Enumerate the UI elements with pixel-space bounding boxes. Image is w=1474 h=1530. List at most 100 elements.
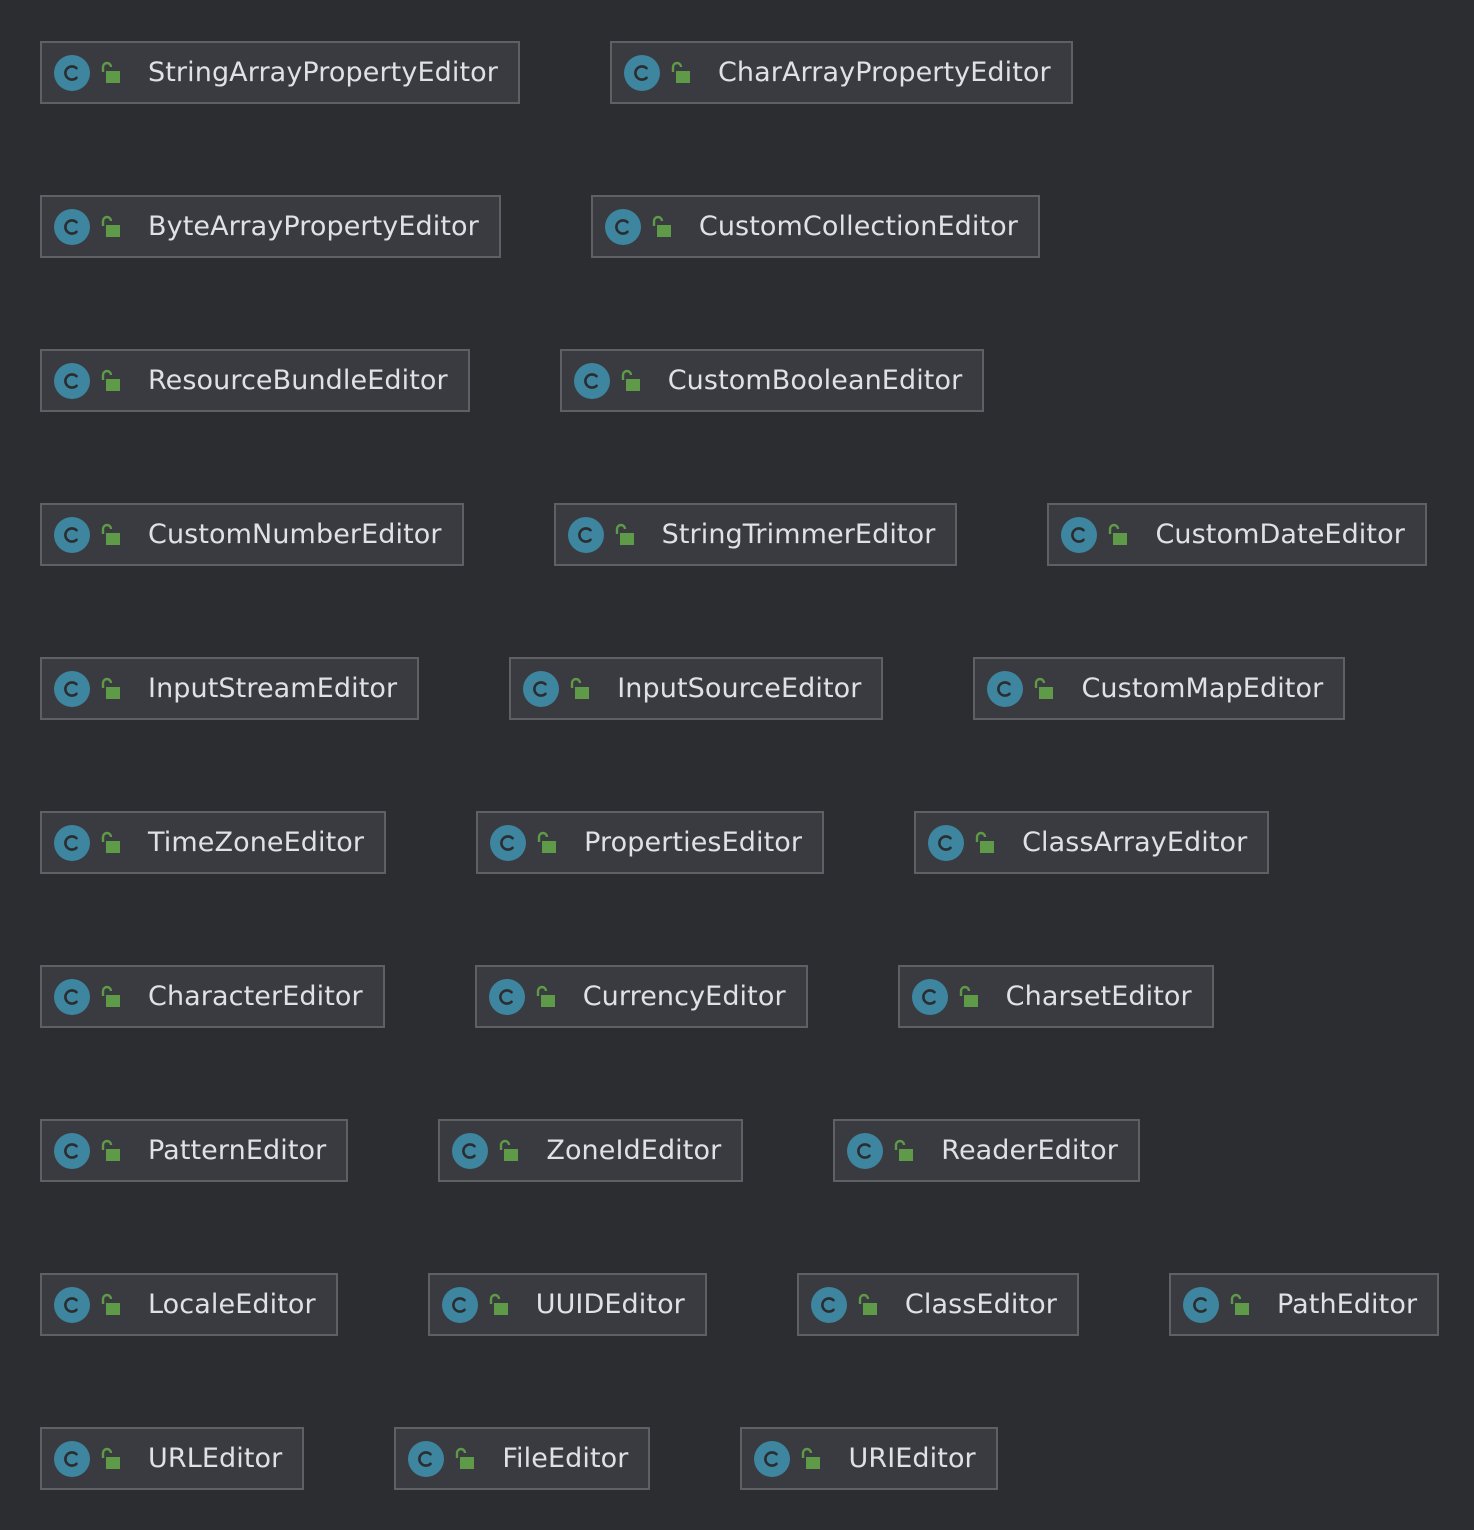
class-node[interactable]: PatternEditor bbox=[40, 1119, 349, 1182]
class-node[interactable]: TimeZoneEditor bbox=[40, 811, 387, 874]
class-name-label: FileEditor bbox=[502, 1443, 629, 1474]
class-name-label: CustomCollectionEditor bbox=[698, 211, 1018, 242]
class-node[interactable]: LocaleEditor bbox=[40, 1273, 338, 1336]
diagram-row: URLEditor FileEditor URIEditor bbox=[40, 1427, 998, 1490]
class-node[interactable]: PropertiesEditor bbox=[476, 811, 825, 874]
class-node[interactable]: ZoneIdEditor bbox=[438, 1119, 744, 1182]
class-node[interactable]: StringTrimmerEditor bbox=[553, 503, 958, 566]
class-icon bbox=[54, 670, 90, 707]
public-icon bbox=[668, 60, 694, 86]
class-name-label: ReaderEditor bbox=[941, 1135, 1118, 1166]
class-node[interactable]: CustomCollectionEditor bbox=[590, 195, 1040, 258]
public-icon bbox=[855, 1292, 881, 1318]
class-node[interactable]: URLEditor bbox=[40, 1427, 305, 1490]
class-node[interactable]: ReaderEditor bbox=[833, 1119, 1140, 1182]
class-icon bbox=[604, 208, 641, 245]
diagram-row: ResourceBundleEditor CustomBooleanEditor bbox=[40, 349, 985, 412]
class-name-label: ClassArrayEditor bbox=[1022, 827, 1248, 858]
class-node[interactable]: ClassArrayEditor bbox=[914, 811, 1270, 874]
class-icon bbox=[754, 1440, 791, 1477]
class-name-label: LocaleEditor bbox=[148, 1289, 316, 1320]
public-icon bbox=[452, 1446, 478, 1472]
public-icon bbox=[1031, 676, 1057, 702]
diagram-row: PatternEditor ZoneIdEditor ReaderEditor bbox=[40, 1119, 1140, 1182]
diagram-row: CustomNumberEditor StringTrimmerEditor Cus… bbox=[40, 503, 1427, 566]
class-name-label: URLEditor bbox=[148, 1443, 283, 1474]
diagram-row: ByteArrayPropertyEditor CustomCollectionE… bbox=[40, 195, 1040, 258]
class-node[interactable]: CustomBooleanEditor bbox=[559, 349, 985, 412]
public-icon bbox=[98, 984, 124, 1010]
public-icon bbox=[98, 522, 124, 548]
class-name-label: InputSourceEditor bbox=[617, 673, 862, 704]
diagram-row: StringArrayPropertyEditor CharArrayProper… bbox=[40, 41, 1073, 104]
class-name-label: CharArrayPropertyEditor bbox=[717, 57, 1051, 88]
class-node[interactable]: CustomDateEditor bbox=[1047, 503, 1427, 566]
class-name-label: TimeZoneEditor bbox=[148, 827, 365, 858]
diagram-row: LocaleEditor UUIDEditor ClassEditor PathEdi… bbox=[40, 1273, 1440, 1336]
public-icon bbox=[496, 1138, 522, 1164]
public-icon bbox=[1105, 522, 1131, 548]
class-node[interactable]: UUIDEditor bbox=[427, 1273, 707, 1336]
class-icon bbox=[490, 824, 527, 861]
class-icon bbox=[573, 362, 610, 399]
class-icon bbox=[54, 1132, 90, 1169]
class-icon bbox=[911, 978, 948, 1015]
public-icon bbox=[98, 1292, 124, 1318]
class-node[interactable]: CustomNumberEditor bbox=[40, 503, 464, 566]
class-node[interactable]: ByteArrayPropertyEditor bbox=[40, 195, 501, 258]
class-icon bbox=[54, 362, 90, 399]
class-icon bbox=[928, 824, 965, 861]
class-name-label: CurrencyEditor bbox=[582, 981, 786, 1012]
public-icon bbox=[98, 830, 124, 856]
class-node[interactable]: ResourceBundleEditor bbox=[40, 349, 470, 412]
class-name-label: CustomMapEditor bbox=[1081, 673, 1324, 704]
public-icon bbox=[798, 1446, 824, 1472]
class-node[interactable]: CustomMapEditor bbox=[973, 657, 1346, 720]
public-icon bbox=[98, 214, 124, 240]
class-icon bbox=[54, 54, 90, 91]
public-icon bbox=[972, 830, 998, 856]
class-icon bbox=[1061, 516, 1098, 553]
class-node[interactable]: CharacterEditor bbox=[40, 965, 385, 1028]
class-icon bbox=[452, 1132, 489, 1169]
class-name-label: StringTrimmerEditor bbox=[661, 519, 936, 550]
class-name-label: CustomBooleanEditor bbox=[667, 365, 963, 396]
class-name-label: PropertiesEditor bbox=[584, 827, 803, 858]
class-icon bbox=[523, 670, 560, 707]
public-icon bbox=[649, 214, 675, 240]
public-icon bbox=[98, 1446, 124, 1472]
class-node[interactable]: ClassEditor bbox=[796, 1273, 1079, 1336]
class-icon bbox=[987, 670, 1024, 707]
class-node[interactable]: CharsetEditor bbox=[897, 965, 1214, 1028]
class-icon bbox=[54, 1286, 90, 1323]
public-icon bbox=[98, 676, 124, 702]
class-node[interactable]: CurrencyEditor bbox=[474, 965, 808, 1028]
class-icon bbox=[1182, 1286, 1219, 1323]
class-icon bbox=[810, 1286, 847, 1323]
class-node[interactable]: URIEditor bbox=[740, 1427, 998, 1490]
class-icon bbox=[441, 1286, 478, 1323]
class-icon bbox=[54, 978, 90, 1015]
class-name-label: CustomNumberEditor bbox=[148, 519, 442, 550]
class-node[interactable]: FileEditor bbox=[394, 1427, 651, 1490]
class-node[interactable]: StringArrayPropertyEditor bbox=[40, 41, 520, 104]
class-name-label: PathEditor bbox=[1276, 1289, 1418, 1320]
public-icon bbox=[98, 60, 124, 86]
diagram-row: InputStreamEditor InputSourceEditor Custom… bbox=[40, 657, 1346, 720]
class-name-label: StringArrayPropertyEditor bbox=[148, 57, 498, 88]
class-name-label: PatternEditor bbox=[148, 1135, 327, 1166]
class-diagram: StringArrayPropertyEditor CharArrayProper… bbox=[0, 0, 1474, 1530]
class-icon bbox=[488, 978, 525, 1015]
class-icon bbox=[847, 1132, 884, 1169]
class-name-label: CharacterEditor bbox=[148, 981, 363, 1012]
public-icon bbox=[612, 522, 638, 548]
class-node[interactable]: InputSourceEditor bbox=[509, 657, 884, 720]
class-icon bbox=[408, 1440, 445, 1477]
class-icon bbox=[623, 54, 660, 91]
class-name-label: URIEditor bbox=[848, 1443, 976, 1474]
class-node[interactable]: CharArrayPropertyEditor bbox=[609, 41, 1073, 104]
class-node[interactable]: PathEditor bbox=[1168, 1273, 1440, 1336]
class-node[interactable]: InputStreamEditor bbox=[40, 657, 420, 720]
class-icon bbox=[54, 824, 90, 861]
public-icon bbox=[486, 1292, 512, 1318]
